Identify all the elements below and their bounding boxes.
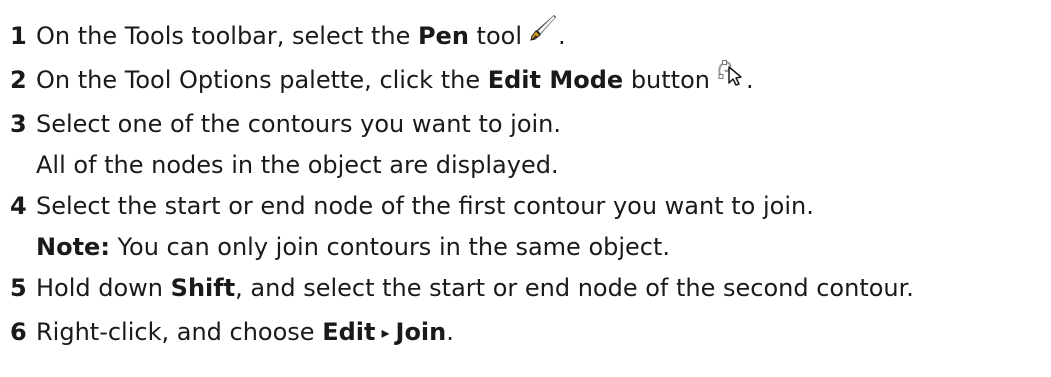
edit-mode-icon — [716, 56, 746, 100]
step-1: 1 On the Tools toolbar, select the Pen t… — [0, 14, 1051, 58]
step-4-note: Note: You can only join contours in the … — [0, 228, 1051, 266]
step-3: 3 Select one of the contours you want to… — [0, 102, 1051, 146]
step-text: Select the start or end node of the firs… — [36, 192, 814, 220]
step-number: 4 — [10, 192, 27, 220]
ui-term: Pen — [417, 22, 469, 50]
step-text: On the Tools toolbar, select the Pen too… — [36, 14, 566, 58]
pen-tool-icon — [528, 12, 558, 56]
step-4: 4 Select the start or end node of the fi… — [0, 184, 1051, 228]
step-text: Right-click, and choose Edit ▸ Join. — [36, 318, 454, 346]
step-text: On the Tool Options palette, click the E… — [36, 58, 754, 102]
submenu-arrow-icon: ▸ — [381, 323, 390, 342]
key-name: Shift — [170, 274, 236, 302]
step-5: 5 Hold down Shift, and select the start … — [0, 266, 1051, 310]
step-2: 2 On the Tool Options palette, click the… — [0, 58, 1051, 102]
step-text: Hold down Shift, and select the start or… — [36, 274, 914, 302]
step-result-text: All of the nodes in the object are displ… — [36, 151, 559, 179]
step-3-result: All of the nodes in the object are displ… — [0, 146, 1051, 184]
procedure-steps: 1 On the Tools toolbar, select the Pen t… — [0, 0, 1051, 354]
step-number: 5 — [10, 274, 27, 302]
note-text: Note: You can only join contours in the … — [36, 233, 671, 261]
step-number: 1 — [10, 22, 27, 50]
note-label: Note: — [36, 233, 110, 261]
menu-path-edit: Edit — [322, 318, 376, 346]
ui-term: Edit Mode — [487, 66, 624, 94]
step-text: Select one of the contours you want to j… — [36, 110, 562, 138]
step-number: 6 — [10, 318, 27, 346]
step-6: 6 Right-click, and choose Edit ▸ Join. — [0, 310, 1051, 354]
menu-path-join: Join — [395, 318, 447, 346]
step-number: 2 — [10, 66, 27, 94]
step-number: 3 — [10, 110, 27, 138]
